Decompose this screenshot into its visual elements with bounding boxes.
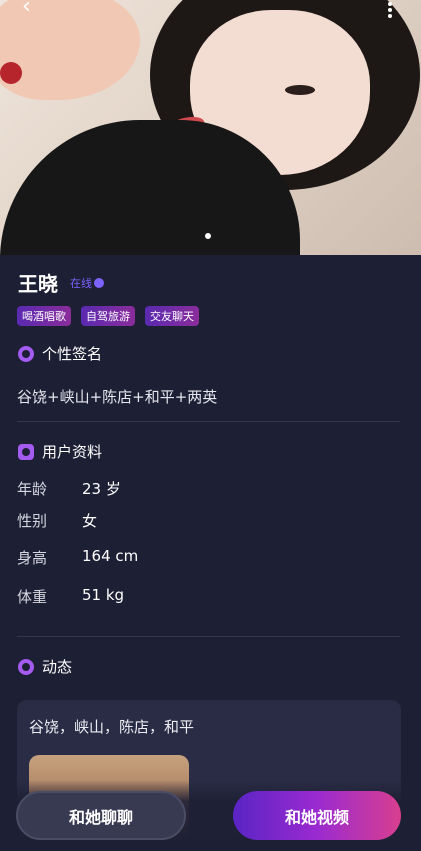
verified-check-icon: [94, 277, 104, 288]
tag-item: 自驾旅游: [81, 306, 135, 326]
info-section-title: 用户资料: [18, 441, 102, 462]
info-row-gender: 性别 女: [17, 510, 97, 531]
profile-name: 王晓: [18, 272, 58, 296]
photo-eye: [285, 85, 315, 95]
profile-header: 王晓 在线: [18, 268, 104, 297]
info-label: 年龄: [17, 480, 48, 498]
signature-title-label: 个性签名: [42, 345, 103, 363]
photo-hand: [0, 0, 140, 100]
info-label: 性别: [17, 512, 48, 530]
info-value: 164 cm: [82, 547, 139, 565]
info-label: 身高: [17, 549, 48, 567]
gallery-page-indicator: [205, 233, 211, 239]
info-row-age: 年龄 23 岁: [17, 478, 121, 499]
video-call-button[interactable]: 和她视频: [233, 791, 401, 840]
moments-section-title: 动态: [18, 656, 72, 677]
more-options-icon[interactable]: [385, 0, 395, 18]
moment-text: 谷饶，峡山，陈店，和平: [29, 718, 195, 736]
signature-text: 谷饶+峡山+陈店+和平+两英: [17, 388, 218, 406]
profile-photo[interactable]: [0, 0, 421, 255]
info-label: 体重: [17, 588, 48, 606]
info-value: 女: [82, 512, 98, 530]
photo-nail: [0, 62, 22, 84]
divider: [17, 421, 400, 422]
info-value: 51 kg: [82, 586, 125, 604]
signature-section-title: 个性签名: [18, 343, 102, 364]
interest-tags: 喝酒唱歌 自驾旅游 交友聊天: [17, 306, 199, 326]
tag-item: 喝酒唱歌: [17, 306, 71, 326]
info-row-height: 身高 164 cm: [17, 547, 138, 568]
online-status: 在线: [70, 275, 104, 291]
profile-card-icon: [18, 443, 34, 460]
moments-icon: [18, 658, 34, 675]
info-row-weight: 体重 51 kg: [17, 586, 124, 607]
signature-icon: [18, 345, 34, 362]
moments-title-label: 动态: [42, 658, 73, 676]
tag-item: 交友聊天: [145, 306, 199, 326]
info-value: 23 岁: [82, 480, 121, 498]
chat-button[interactable]: 和她聊聊: [16, 791, 186, 840]
online-status-label: 在线: [70, 276, 92, 290]
divider: [17, 636, 400, 637]
back-arrow-icon[interactable]: ‹: [22, 0, 46, 20]
info-title-label: 用户资料: [42, 443, 103, 461]
